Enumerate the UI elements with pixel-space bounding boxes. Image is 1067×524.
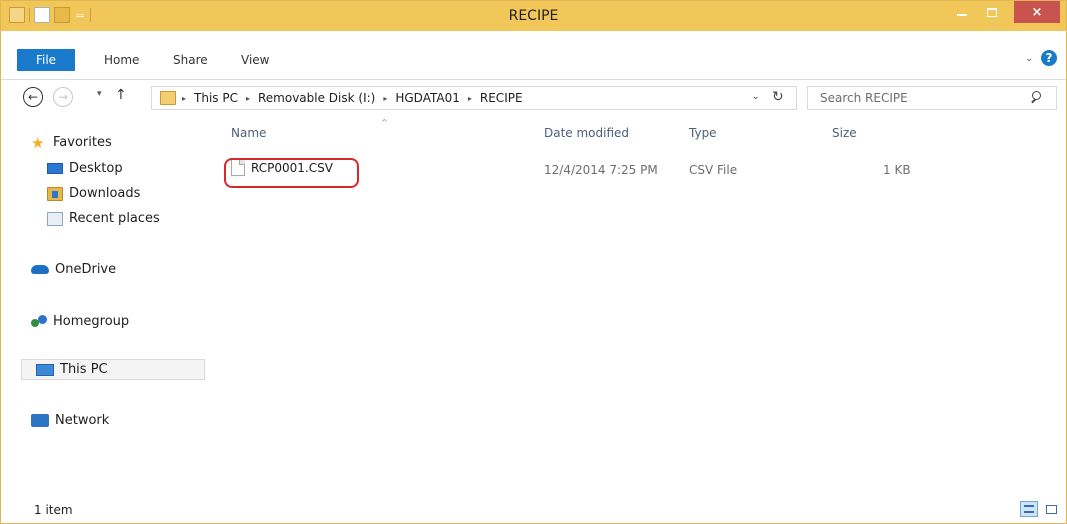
- column-header-date-modified[interactable]: Date modified: [544, 126, 629, 140]
- sidebar-item-desktop[interactable]: Desktop: [47, 161, 123, 176]
- column-header-name[interactable]: Name: [231, 126, 266, 140]
- window-title: RECIPE: [508, 8, 559, 24]
- file-type: CSV File: [689, 163, 738, 177]
- file-highlight-outline: [224, 158, 359, 188]
- maximize-button[interactable]: [978, 1, 1006, 23]
- details-view-icon: [1024, 505, 1034, 513]
- sidebar-item-onedrive[interactable]: OneDrive: [31, 262, 116, 277]
- file-list: Name ^ Date modified Type Size RCP0001.C…: [211, 115, 1066, 495]
- sidebar-item-homegroup[interactable]: Homegroup: [31, 313, 129, 329]
- file-date-modified: 12/4/2014 7:25 PM: [544, 163, 658, 177]
- details-view-button[interactable]: [1020, 501, 1038, 517]
- breadcrumb-recipe[interactable]: RECIPE: [480, 91, 523, 105]
- breadcrumb-this-pc[interactable]: This PC: [194, 91, 238, 105]
- column-header-size[interactable]: Size: [832, 126, 857, 140]
- downloads-icon: [47, 186, 63, 201]
- network-icon: [31, 414, 49, 427]
- sidebar-item-label: Downloads: [69, 186, 141, 201]
- forward-button[interactable]: →: [53, 87, 73, 107]
- sidebar-item-label: OneDrive: [55, 262, 117, 277]
- up-button[interactable]: ↑: [115, 87, 127, 103]
- search-icon[interactable]: [1030, 90, 1044, 104]
- cloud-icon: [31, 265, 49, 274]
- file-size: 1 KB: [883, 163, 911, 177]
- help-icon[interactable]: ?: [1041, 50, 1057, 66]
- refresh-icon[interactable]: ↻: [772, 89, 784, 105]
- breadcrumb-hgdata01[interactable]: HGDATA01: [395, 91, 460, 105]
- tab-view[interactable]: View: [241, 53, 269, 67]
- address-bar[interactable]: ▸ This PC ▸ Removable Disk (I:) ▸ HGDATA…: [151, 86, 797, 110]
- address-dropdown-icon[interactable]: ⌄: [752, 92, 760, 102]
- sidebar-item-label: Desktop: [69, 161, 123, 176]
- sidebar-item-label: Homegroup: [53, 313, 130, 329]
- tab-file[interactable]: File: [17, 49, 75, 71]
- search-input[interactable]: Search RECIPE: [820, 91, 908, 105]
- sidebar-item-label: Favorites: [53, 135, 112, 150]
- column-header-type[interactable]: Type: [689, 126, 717, 140]
- maximize-icon: [987, 7, 997, 17]
- folder-icon: [160, 91, 176, 105]
- sidebar-item-network[interactable]: Network: [31, 413, 109, 428]
- homegroup-icon: [31, 313, 47, 329]
- chevron-right-icon[interactable]: ▸: [246, 94, 250, 103]
- sidebar-item-downloads[interactable]: Downloads: [47, 186, 140, 201]
- minimize-button[interactable]: [948, 1, 976, 23]
- close-icon: ×: [1031, 4, 1043, 20]
- chevron-right-icon[interactable]: ▸: [383, 94, 387, 103]
- back-button[interactable]: ←: [23, 87, 43, 107]
- expand-ribbon-icon[interactable]: ⌄: [1025, 53, 1033, 64]
- star-icon: ★: [31, 133, 45, 152]
- close-button[interactable]: ×: [1014, 1, 1060, 23]
- chevron-right-icon[interactable]: ▸: [182, 94, 186, 103]
- large-icons-view-icon: [1045, 504, 1057, 514]
- tab-share[interactable]: Share: [173, 53, 208, 67]
- large-icons-view-button[interactable]: [1042, 501, 1060, 517]
- sidebar-item-label: Recent places: [69, 211, 160, 226]
- sidebar-item-label: This PC: [60, 362, 108, 377]
- sidebar-item-recent-places[interactable]: Recent places: [47, 211, 160, 226]
- chevron-right-icon[interactable]: ▸: [468, 94, 472, 103]
- sidebar-item-label: Network: [55, 413, 110, 428]
- sidebar-item-this-pc[interactable]: This PC: [21, 359, 205, 380]
- tab-home[interactable]: Home: [104, 53, 139, 67]
- item-count: 1 item: [34, 503, 73, 517]
- navigation-bar: ← → ▾ ↑ ▸ This PC ▸ Removable Disk (I:) …: [1, 79, 1066, 115]
- breadcrumb-removable-disk[interactable]: Removable Disk (I:): [258, 91, 375, 105]
- sort-ascending-icon: ^: [381, 118, 388, 127]
- title-bar[interactable]: = RECIPE ×: [1, 1, 1066, 31]
- recent-locations-icon[interactable]: ▾: [97, 89, 102, 99]
- search-box[interactable]: Search RECIPE: [807, 86, 1057, 110]
- breadcrumb: ▸ This PC ▸ Removable Disk (I:) ▸ HGDATA…: [182, 91, 523, 105]
- recent-places-icon: [47, 211, 63, 226]
- explorer-window: = RECIPE × File Home Share View ⌄ ? ← → …: [0, 0, 1067, 524]
- computer-icon: [36, 363, 54, 376]
- sidebar-item-favorites[interactable]: ★ Favorites: [31, 135, 112, 150]
- minimize-icon: [957, 14, 967, 16]
- ribbon: File Home Share View ⌄ ?: [1, 31, 1066, 77]
- desktop-icon: [47, 163, 63, 174]
- status-bar: 1 item: [1, 495, 1066, 523]
- navigation-pane: ★ Favorites Desktop Downloads Recent pla…: [1, 115, 211, 495]
